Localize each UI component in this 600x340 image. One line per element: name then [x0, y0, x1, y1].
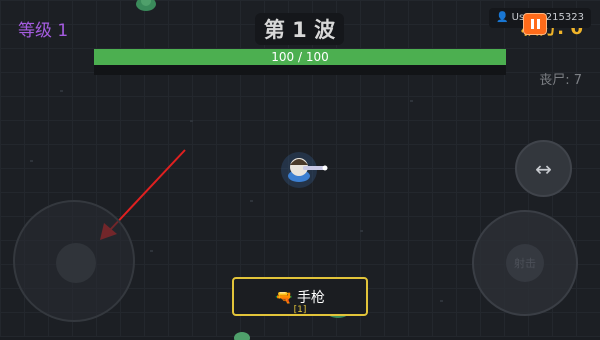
level-label: 等级 1: [18, 21, 69, 41]
zombie-count: 丧尸: 7: [539, 73, 582, 88]
pistol-icon: 🔫: [275, 290, 293, 306]
joystick-knob[interactable]: [56, 243, 96, 283]
pause-icon-bar: [536, 19, 540, 29]
swap-weapon-button[interactable]: ↔: [515, 140, 572, 197]
pause-button[interactable]: [523, 13, 547, 35]
fire-button[interactable]: 射击: [506, 244, 544, 282]
fire-label: 射击: [514, 257, 536, 270]
pause-icon-bar: [530, 19, 534, 29]
weapon-slot-number: [1]: [293, 305, 307, 315]
weapon-slot[interactable]: 🔫 手枪 [1]: [232, 277, 368, 316]
weapon-name-row: 🔫 手枪: [234, 287, 366, 307]
wave-title: 第 1 波: [255, 13, 344, 45]
hp-text: 100 / 100: [271, 50, 329, 64]
weapon-name: 手枪: [296, 290, 325, 306]
user-icon: 👤: [496, 12, 509, 23]
fire-joystick[interactable]: 射击: [472, 210, 578, 316]
swap-arrows-icon: ↔: [535, 156, 552, 181]
movement-joystick[interactable]: [13, 200, 135, 322]
